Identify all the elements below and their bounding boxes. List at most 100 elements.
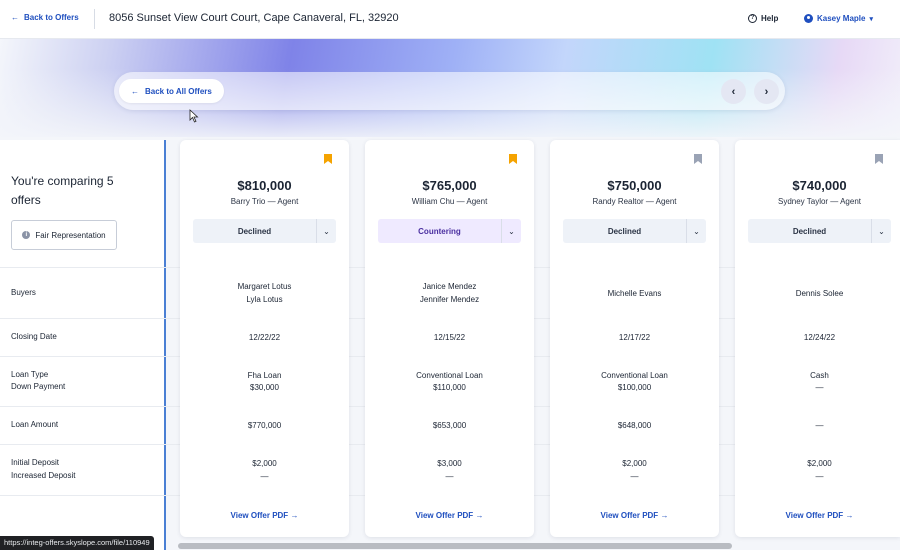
arrow-left-icon: ← — [11, 13, 19, 22]
status-label: Declined — [237, 226, 272, 236]
back-to-offers-label: Back to Offers — [24, 13, 79, 22]
initial-deposit: $3,000 — [437, 459, 462, 468]
chevron-down-icon: ⌄ — [316, 219, 336, 243]
view-offer-pdf-label: View Offer PDF — [600, 511, 659, 520]
initial-deposit: $2,000 — [252, 459, 277, 468]
status-label: Declined — [607, 226, 642, 236]
offer-price: $765,000 — [422, 178, 477, 193]
down-payment: $110,000 — [433, 383, 466, 392]
down-payment: $100,000 — [617, 383, 652, 392]
fair-representation-button[interactable]: i Fair Representation — [11, 220, 117, 250]
chevron-down-icon: ⌄ — [686, 219, 706, 243]
status-dropdown[interactable]: Declined ⌄ — [563, 219, 706, 243]
down-payment: — — [815, 383, 824, 392]
arrow-left-icon: ← — [131, 86, 139, 96]
initial-deposit: $2,000 — [622, 459, 647, 468]
status-dropdown[interactable]: Declined ⌄ — [748, 219, 891, 243]
arrow-right-icon: → — [475, 511, 484, 520]
buyer-name: Michelle Evans — [607, 289, 662, 298]
initial-deposit: $2,000 — [807, 459, 832, 468]
back-to-all-offers-label: Back to All Offers — [145, 86, 212, 96]
user-menu[interactable]: Kasey Maple ▾ — [804, 14, 873, 23]
offer-price: $750,000 — [607, 178, 662, 193]
bookmark-icon[interactable] — [324, 154, 332, 164]
view-offer-pdf-label: View Offer PDF — [785, 511, 844, 520]
chevron-down-icon: ⌄ — [871, 219, 891, 243]
row-label-down-payment: Down Payment — [11, 382, 66, 391]
closing-date: 12/17/22 — [618, 333, 651, 342]
help-button[interactable]: ? Help — [748, 14, 778, 23]
fair-representation-label: Fair Representation — [35, 230, 106, 240]
caret-down-icon: ▾ — [869, 15, 873, 23]
info-icon: i — [22, 231, 31, 239]
row-label-buyers: Buyers — [11, 288, 36, 297]
bookmark-icon[interactable] — [509, 154, 517, 164]
row-label-initial-deposit: Initial Deposit — [11, 458, 60, 467]
status-dropdown[interactable]: Declined ⌄ — [193, 219, 336, 243]
loan-amount: $653,000 — [432, 421, 467, 430]
row-label-loan-amount: Loan Amount — [11, 420, 59, 429]
question-circle-icon: ? — [748, 14, 757, 23]
offer-price: $740,000 — [792, 178, 847, 193]
loan-amount: $770,000 — [247, 421, 282, 430]
offer-card: $740,000 Sydney Taylor — Agent Declined … — [735, 140, 900, 537]
status-label: Countering — [418, 226, 461, 236]
bookmark-icon[interactable] — [875, 154, 883, 164]
browser-status-url: https://integ-offers.skyslope.com/file/1… — [0, 536, 154, 550]
status-dropdown[interactable]: Countering ⌄ — [378, 219, 521, 243]
closing-date: 12/22/22 — [248, 333, 281, 342]
divider — [94, 9, 95, 29]
top-bar: ← Back to Offers 8056 Sunset View Court … — [0, 0, 900, 39]
buyer-name: Jennifer Mendez — [419, 295, 480, 304]
closing-date: 12/24/22 — [803, 333, 836, 342]
property-address: 8056 Sunset View Court Court, Cape Canav… — [109, 12, 399, 24]
status-label: Declined — [792, 226, 827, 236]
offer-price: $810,000 — [237, 178, 292, 193]
offer-card: $765,000 William Chu — Agent Countering … — [365, 140, 534, 537]
view-offer-pdf-link[interactable]: View Offer PDF → — [180, 511, 349, 520]
offer-agent: Randy Realtor — Agent — [592, 197, 677, 206]
increased-deposit: — — [630, 472, 639, 481]
back-to-all-offers-button[interactable]: ← Back to All Offers — [119, 79, 224, 103]
offer-card: $810,000 Barry Trio — Agent Declined ⌄ M… — [180, 140, 349, 537]
bookmark-icon[interactable] — [694, 154, 702, 164]
view-offer-pdf-label: View Offer PDF — [415, 511, 474, 520]
view-offer-pdf-link[interactable]: View Offer PDF → — [735, 511, 900, 520]
offer-agent: William Chu — Agent — [411, 197, 488, 206]
increased-deposit: — — [445, 472, 454, 481]
row-label-loan-type: Loan Type — [11, 370, 49, 379]
increased-deposit: — — [815, 472, 824, 481]
previous-offer-button[interactable]: ‹ — [721, 79, 746, 104]
row-label-closing-date: Closing Date — [11, 332, 57, 341]
view-offer-pdf-link[interactable]: View Offer PDF → — [365, 511, 534, 520]
down-payment: $30,000 — [250, 383, 279, 392]
loan-amount: — — [815, 421, 824, 430]
comparison-labels-panel: You're comparing 5 offers i Fair Represe… — [0, 140, 166, 550]
horizontal-scrollbar[interactable] — [178, 543, 732, 549]
buyer-name: Margaret Lotus — [237, 282, 292, 291]
offer-navigation-bar: ← Back to All Offers ‹ › — [114, 72, 785, 110]
chevron-down-icon: ⌄ — [501, 219, 521, 243]
offer-agent: Barry Trio — Agent — [230, 197, 299, 206]
buyer-name: Janice Mendez — [422, 282, 477, 291]
closing-date: 12/15/22 — [433, 333, 466, 342]
increased-deposit: — — [260, 472, 269, 481]
buyer-name: Lyla Lotus — [246, 295, 283, 304]
comparing-count-heading: You're comparing 5 offers — [11, 174, 114, 207]
view-offer-pdf-link[interactable]: View Offer PDF → — [550, 511, 719, 520]
view-offer-pdf-label: View Offer PDF — [230, 511, 289, 520]
chevron-right-icon: › — [764, 85, 769, 98]
buyer-name: Dennis Solee — [795, 289, 844, 298]
offer-agent: Sydney Taylor — Agent — [777, 197, 861, 206]
next-offer-button[interactable]: › — [754, 79, 779, 104]
row-label-increased-deposit: Increased Deposit — [11, 471, 76, 480]
help-label: Help — [761, 14, 779, 23]
mouse-cursor-icon — [189, 109, 199, 123]
offer-card: $750,000 Randy Realtor — Agent Declined … — [550, 140, 719, 537]
arrow-right-icon: → — [845, 511, 854, 520]
back-to-offers-link[interactable]: ← Back to Offers — [11, 13, 79, 22]
user-name: Kasey Maple — [817, 14, 866, 23]
loan-amount: $648,000 — [617, 421, 652, 430]
user-avatar-icon — [804, 14, 813, 23]
chevron-left-icon: ‹ — [731, 85, 736, 98]
